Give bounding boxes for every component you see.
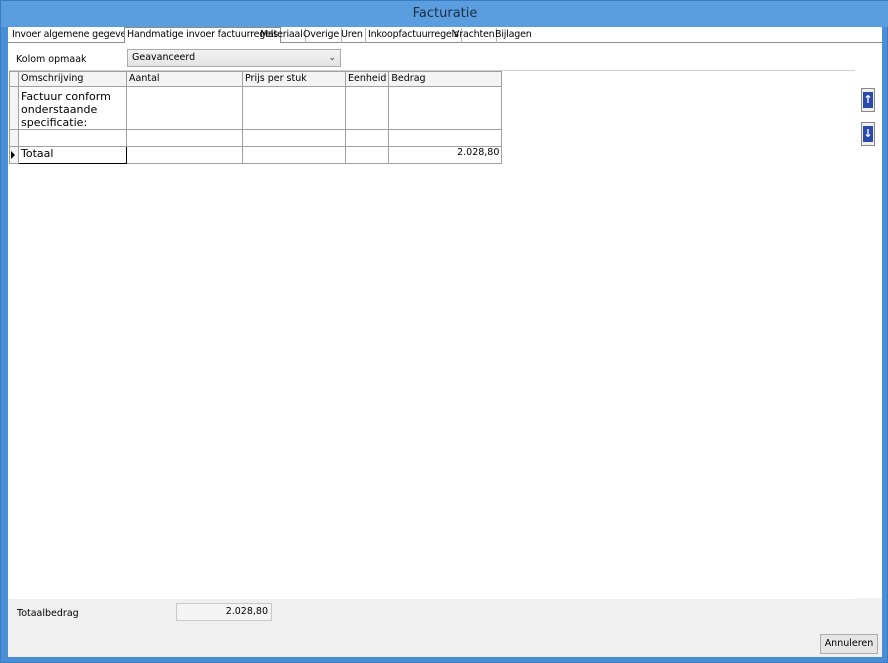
tab-invoer-algemene-gegevens[interactable]: Invoer algemene gegevens (10, 28, 140, 43)
facturatie-window: Facturatie Invoer algemene gegevens Hand… (0, 0, 888, 663)
kolom-opmaak-label: Kolom opmaak (16, 54, 87, 65)
table-row[interactable]: Factuur conform onderstaande specificati… (9, 86, 503, 130)
cell-totaal-prijs[interactable] (242, 146, 346, 164)
tab-materiaal[interactable]: Materiaal (258, 28, 306, 43)
tab-inkoopfactuurregels[interactable]: Inkoopfactuurregels (366, 28, 462, 43)
total-row[interactable]: Totaal 2.028,80 (9, 146, 503, 164)
row-header-current[interactable] (9, 146, 19, 164)
invoice-lines-grid: Omschrijving Aantal Prijs per stuk Eenhe… (9, 71, 503, 164)
row-header[interactable] (9, 129, 19, 147)
window-title: Facturatie (412, 6, 478, 21)
tab-panel: Kolom opmaak Geavanceerd ⌄ Omschrijving … (8, 43, 882, 599)
grid-header-row: Omschrijving Aantal Prijs per stuk Eenhe… (9, 71, 503, 87)
cell-totaal-aantal[interactable] (126, 146, 243, 164)
cell-totaal-bedrag[interactable]: 2.028,80 (388, 146, 503, 164)
cancel-button[interactable]: Annuleren (820, 634, 878, 654)
tab-vrachten[interactable]: Vrachten (451, 28, 498, 43)
column-header-prijs-per-stuk[interactable]: Prijs per stuk (242, 71, 346, 87)
invoice-lines-grid-area: Omschrijving Aantal Prijs per stuk Eenhe… (9, 70, 855, 599)
tab-uren[interactable]: Uren (339, 28, 366, 43)
cell-eenheid[interactable] (344, 129, 390, 147)
cell-omschrijving[interactable] (18, 129, 127, 147)
cell-aantal[interactable] (126, 129, 243, 147)
move-row-down-button[interactable]: ↓ (861, 122, 875, 146)
arrow-down-icon: ↓ (863, 126, 873, 142)
client-area: Invoer algemene gegevens Handmatige invo… (8, 27, 882, 657)
tab-bijlagen[interactable]: Bijlagen (493, 28, 534, 43)
cell-bedrag[interactable] (388, 129, 503, 147)
arrow-up-icon: ↑ (863, 92, 873, 108)
cell-prijs[interactable] (242, 129, 346, 147)
column-header-aantal[interactable]: Aantal (126, 71, 243, 87)
cell-totaal-label[interactable]: Totaal (18, 146, 127, 164)
totaalbedrag-label: Totaalbedrag (17, 608, 79, 619)
column-header-eenheid[interactable]: Eenheid (344, 71, 390, 87)
tab-bar: Invoer algemene gegevens Handmatige invo… (8, 27, 882, 44)
move-row-up-button[interactable]: ↑ (861, 88, 875, 112)
row-header-corner (9, 71, 19, 87)
kolom-opmaak-select[interactable]: Geavanceerd ⌄ (127, 49, 341, 67)
cell-prijs[interactable] (242, 86, 346, 130)
column-header-omschrijving[interactable]: Omschrijving (18, 71, 127, 87)
current-row-pointer-icon (11, 151, 15, 159)
totaalbedrag-value: 2.028,80 (176, 603, 272, 621)
cell-totaal-eenheid[interactable] (344, 146, 390, 164)
cell-omschrijving[interactable]: Factuur conform onderstaande specificati… (18, 86, 127, 130)
chevron-down-icon[interactable]: ⌄ (328, 50, 336, 66)
kolom-opmaak-value: Geavanceerd (132, 52, 196, 63)
cell-bedrag[interactable] (388, 86, 503, 130)
table-row[interactable] (9, 129, 503, 147)
row-header[interactable] (9, 86, 19, 130)
tab-overige[interactable]: Overige (301, 28, 342, 43)
title-bar: Facturatie (1, 1, 888, 27)
column-header-bedrag[interactable]: Bedrag (388, 71, 503, 87)
cell-eenheid[interactable] (344, 86, 390, 130)
cell-aantal[interactable] (126, 86, 243, 130)
